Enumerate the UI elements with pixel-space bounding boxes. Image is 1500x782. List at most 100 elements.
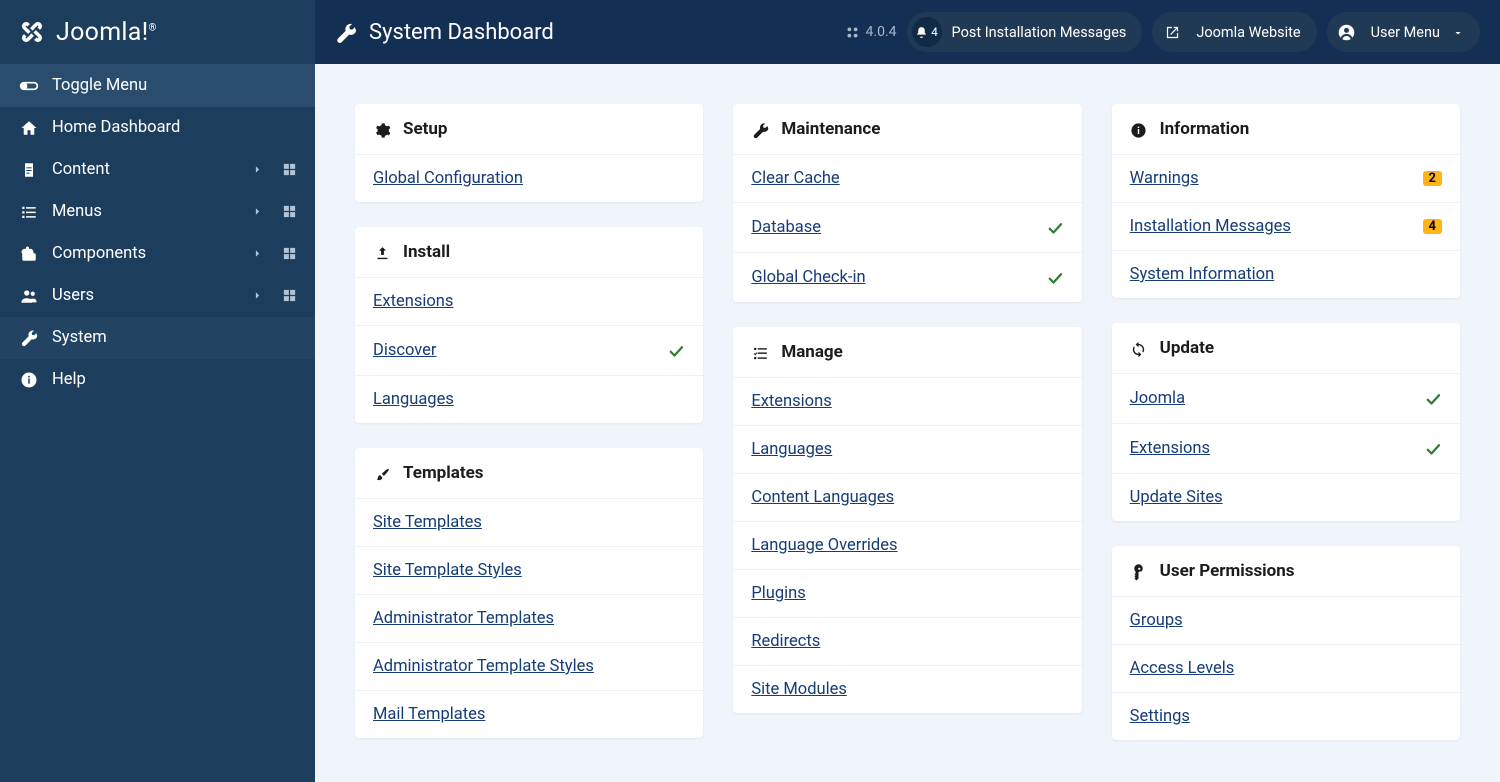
link-installation-messages[interactable]: Installation Messages <box>1130 217 1291 236</box>
dashboard-grid-icon[interactable] <box>282 288 297 304</box>
check-icon <box>667 340 685 361</box>
brand-text: Joomla!® <box>56 18 157 47</box>
link-site-modules[interactable]: Site Modules <box>751 680 847 699</box>
card-header: Information <box>1112 104 1460 154</box>
brand[interactable]: Joomla!® <box>0 0 315 64</box>
brush-icon <box>373 463 391 482</box>
card-item: Language Overrides <box>733 521 1081 569</box>
upload-icon <box>373 242 391 261</box>
link-administrator-template-styles[interactable]: Administrator Template Styles <box>373 657 594 676</box>
dashboard-column: Setup Global Configuration Install Extensio… <box>355 104 703 740</box>
bell-icon: 4 <box>912 17 942 47</box>
cog-icon <box>373 119 391 138</box>
chevron-right-icon <box>251 246 264 262</box>
link-languages[interactable]: Languages <box>373 390 454 409</box>
link-joomla[interactable]: Joomla <box>1130 389 1185 408</box>
wrench-icon <box>751 119 769 138</box>
link-global-check-in[interactable]: Global Check-in <box>751 268 865 287</box>
dashboard-grid-icon[interactable] <box>282 246 297 262</box>
card-setup: Setup Global Configuration <box>355 104 703 202</box>
link-database[interactable]: Database <box>751 218 821 237</box>
home-icon <box>18 118 40 138</box>
link-site-template-styles[interactable]: Site Template Styles <box>373 561 522 580</box>
dashboard-grid-icon[interactable] <box>282 204 297 220</box>
user-menu-button[interactable]: User Menu <box>1327 12 1480 52</box>
chevron-down-icon <box>1452 24 1464 41</box>
card-header: Update <box>1112 323 1460 373</box>
link-clear-cache[interactable]: Clear Cache <box>751 169 839 188</box>
chevron-right-icon <box>251 288 264 304</box>
info-icon <box>1130 119 1148 138</box>
wrench-icon <box>18 328 40 348</box>
sidebar-item-label: Help <box>52 370 297 389</box>
page-title-wrap: System Dashboard <box>335 20 845 45</box>
card-title: Maintenance <box>781 119 880 139</box>
list-icon <box>18 202 40 222</box>
sidebar-item-toggle-menu[interactable]: Toggle Menu <box>0 64 315 107</box>
dashboard-grid-icon[interactable] <box>282 162 297 178</box>
card-item: Global Configuration <box>355 154 703 202</box>
link-mail-templates[interactable]: Mail Templates <box>373 705 485 724</box>
sidebar-item-menus[interactable]: Menus <box>0 191 315 233</box>
link-access-levels[interactable]: Access Levels <box>1130 659 1235 678</box>
joomla-website-button[interactable]: Joomla Website <box>1152 12 1316 52</box>
post-installation-messages-button[interactable]: 4 Post Installation Messages <box>907 12 1143 52</box>
info-icon <box>18 370 40 390</box>
link-administrator-templates[interactable]: Administrator Templates <box>373 609 554 628</box>
card-title: Setup <box>403 119 447 139</box>
user-icon <box>1333 18 1361 46</box>
sidebar: Joomla!® Toggle Menu Home Dashboard Conten… <box>0 0 315 782</box>
link-content-languages[interactable]: Content Languages <box>751 488 894 507</box>
count-badge: 4 <box>1423 219 1442 234</box>
header-right: 4.0.4 4 Post Installation Messages Jooml… <box>845 12 1480 52</box>
check-icon <box>1046 217 1064 238</box>
link-plugins[interactable]: Plugins <box>751 584 805 603</box>
link-languages[interactable]: Languages <box>751 440 832 459</box>
sync-icon <box>1130 338 1148 357</box>
sidebar-item-users[interactable]: Users <box>0 275 315 317</box>
card-item: Content Languages <box>733 473 1081 521</box>
sidebar-item-system[interactable]: System <box>0 317 315 359</box>
link-site-templates[interactable]: Site Templates <box>373 513 482 532</box>
dashboard-column: InformationWarnings2 Installation Message… <box>1112 104 1460 740</box>
link-update-sites[interactable]: Update Sites <box>1130 488 1223 507</box>
sidebar-item-help[interactable]: Help <box>0 359 315 401</box>
link-extensions[interactable]: Extensions <box>373 292 453 311</box>
link-settings[interactable]: Settings <box>1130 707 1190 726</box>
top-header: System Dashboard 4.0.4 4 Post Installati… <box>315 0 1500 64</box>
sidebar-item-home-dashboard[interactable]: Home Dashboard <box>0 107 315 149</box>
link-language-overrides[interactable]: Language Overrides <box>751 536 897 555</box>
card-title: Install <box>403 242 450 262</box>
link-global-configuration[interactable]: Global Configuration <box>373 169 523 188</box>
card-item: Warnings2 <box>1112 154 1460 202</box>
sidebar-item-components[interactable]: Components <box>0 233 315 275</box>
card-item: Plugins <box>733 569 1081 617</box>
wrench-icon <box>335 20 357 45</box>
card-item: Redirects <box>733 617 1081 665</box>
link-warnings[interactable]: Warnings <box>1130 169 1199 188</box>
sidebar-item-label: Users <box>52 286 251 305</box>
link-system-information[interactable]: System Information <box>1130 265 1275 284</box>
sidebar-item-label: Menus <box>52 202 251 221</box>
card-item: Access Levels <box>1112 644 1460 692</box>
card-item: Site Modules <box>733 665 1081 713</box>
external-link-icon <box>1158 18 1186 46</box>
content-area: Setup Global Configuration Install Extensio… <box>315 64 1500 782</box>
card-item: Languages <box>733 425 1081 473</box>
card-item: Groups <box>1112 596 1460 644</box>
chevron-right-icon <box>251 204 264 220</box>
link-extensions[interactable]: Extensions <box>751 392 831 411</box>
sidebar-item-label: System <box>52 328 297 347</box>
link-redirects[interactable]: Redirects <box>751 632 820 651</box>
sidebar-item-label: Home Dashboard <box>52 118 297 137</box>
check-icon <box>1046 267 1064 288</box>
card-header: Maintenance <box>733 104 1081 154</box>
link-groups[interactable]: Groups <box>1130 611 1183 630</box>
link-extensions[interactable]: Extensions <box>1130 439 1210 458</box>
link-discover[interactable]: Discover <box>373 341 437 360</box>
card-header: Setup <box>355 104 703 154</box>
sidebar-item-content[interactable]: Content <box>0 149 315 191</box>
card-item: Global Check-in <box>733 252 1081 302</box>
card-item: Settings <box>1112 692 1460 740</box>
card-item: Site Template Styles <box>355 546 703 594</box>
